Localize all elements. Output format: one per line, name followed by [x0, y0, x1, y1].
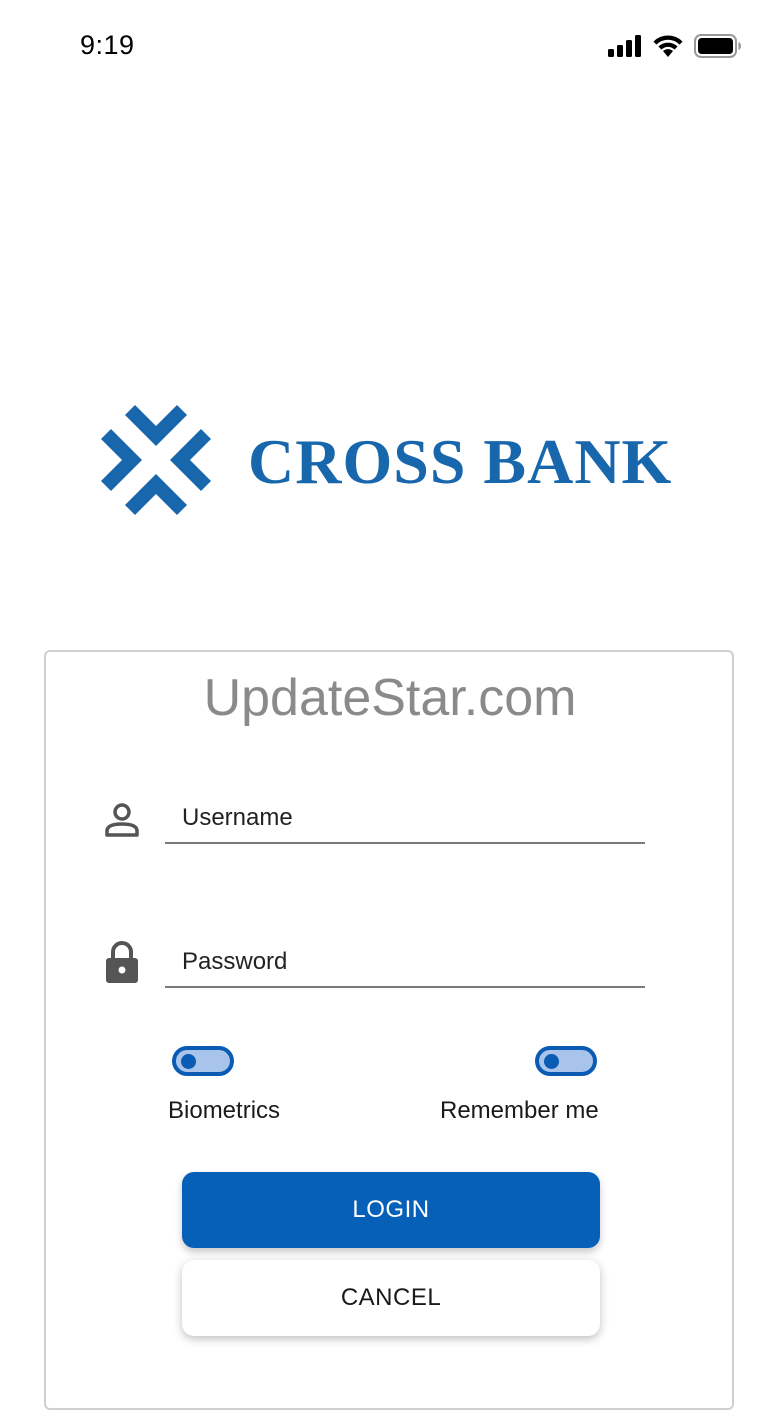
cellular-signal-icon	[608, 35, 642, 62]
username-input[interactable]	[165, 794, 645, 844]
cross-bank-logo-icon	[94, 398, 218, 527]
biometrics-toggle[interactable]	[172, 1046, 234, 1076]
status-time: 9:19	[80, 30, 135, 60]
login-button[interactable]: LOGIN	[182, 1172, 600, 1248]
watermark-text: UpdateStar.com	[203, 669, 577, 727]
cancel-button[interactable]: CANCEL	[182, 1260, 600, 1336]
person-icon	[104, 802, 140, 843]
status-bar: 9:19	[0, 0, 780, 90]
wifi-icon	[652, 34, 684, 63]
remember-me-toggle[interactable]	[535, 1046, 597, 1076]
cross-bank-logo: CROSS BANK	[94, 400, 694, 524]
status-icons	[608, 34, 742, 63]
password-input[interactable]	[165, 938, 645, 988]
logo-text: CROSS BANK	[248, 426, 673, 497]
biometrics-label: Biometrics	[168, 1097, 281, 1124]
remember-me-label: Remember me	[440, 1097, 599, 1124]
battery-icon	[694, 34, 742, 63]
lock-icon	[104, 940, 140, 989]
toggle-knob	[544, 1054, 559, 1069]
toggle-knob	[181, 1054, 196, 1069]
